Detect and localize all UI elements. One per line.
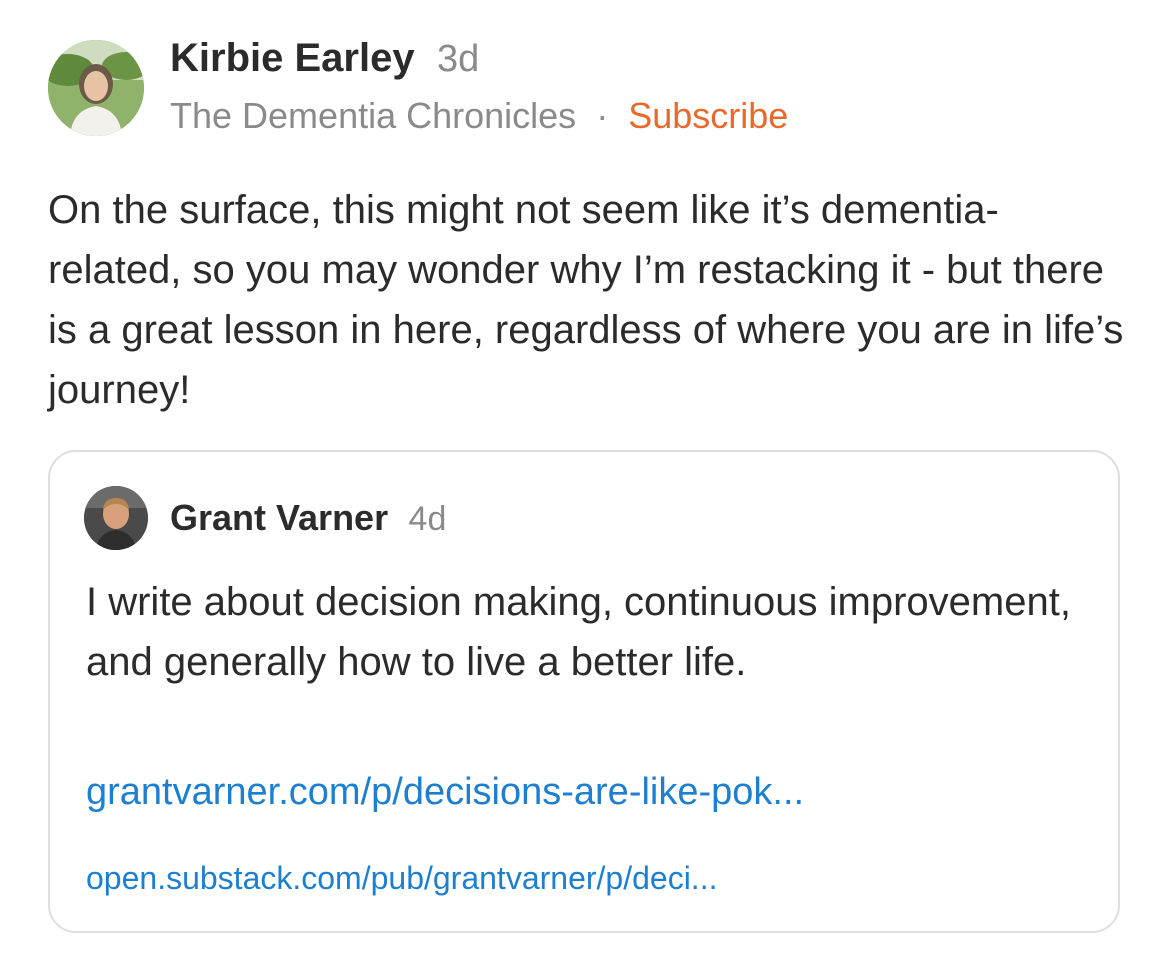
- publication-line: The Dementia Chronicles · Subscribe: [170, 96, 788, 136]
- avatar-photo-woman-icon: [48, 40, 144, 136]
- separator-dot: ·: [596, 95, 609, 136]
- subscribe-button[interactable]: Subscribe: [628, 95, 788, 136]
- quoted-post-text: I write about decision making, continuou…: [86, 580, 1071, 684]
- author-name[interactable]: Kirbie Earley: [170, 36, 415, 80]
- quoted-author-line: Grant Varner 4d: [170, 496, 446, 548]
- quoted-post-substack-link[interactable]: open.substack.com/pub/grantvarner/p/deci…: [86, 856, 1086, 900]
- post-body-text: On the surface, this might not seem like…: [48, 188, 1124, 412]
- quoted-post-link[interactable]: grantvarner.com/p/decisions-are-like-pok…: [86, 764, 1086, 820]
- author-avatar[interactable]: [48, 40, 144, 136]
- quoted-author-avatar[interactable]: [84, 486, 148, 550]
- quoted-author-name[interactable]: Grant Varner: [170, 497, 388, 538]
- post-age[interactable]: 3d: [437, 38, 479, 80]
- quoted-post-card[interactable]: Grant Varner 4d I write about decision m…: [48, 450, 1120, 933]
- author-line: Kirbie Earley 3d: [170, 38, 479, 87]
- publication-name[interactable]: The Dementia Chronicles: [170, 95, 576, 136]
- quoted-post-age: 4d: [408, 500, 447, 538]
- avatar-photo-man-icon: [84, 486, 148, 550]
- post-header: Kirbie Earley 3d The Dementia Chronicles…: [48, 38, 948, 140]
